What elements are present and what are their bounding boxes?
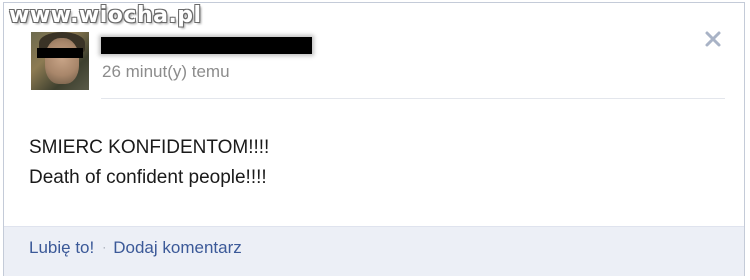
post-actions: Lubię to! · Dodaj komentarz [29, 238, 242, 258]
post-message-line: Death of confident people!!!! [29, 167, 267, 188]
add-comment-button[interactable]: Dodaj komentarz [113, 238, 242, 257]
post-actions-bar: Lubię to! · Dodaj komentarz [4, 226, 744, 276]
post-message-line: SMIERC KONFIDENTOM!!!! [29, 137, 270, 158]
avatar[interactable] [31, 32, 89, 90]
avatar-censor-bar [37, 48, 83, 58]
post-message: SMIERC KONFIDENTOM!!!! Death of confiden… [29, 133, 269, 193]
like-button[interactable]: Lubię to! [29, 238, 94, 257]
close-icon[interactable] [701, 27, 725, 51]
author-name-censored[interactable] [101, 37, 312, 54]
action-separator: · [102, 240, 107, 254]
watermark: www.wiocha.pl [9, 3, 202, 28]
header-divider [101, 98, 725, 99]
post-timestamp[interactable]: 26 minut(y) temu [102, 62, 230, 82]
avatar-face [45, 38, 79, 84]
